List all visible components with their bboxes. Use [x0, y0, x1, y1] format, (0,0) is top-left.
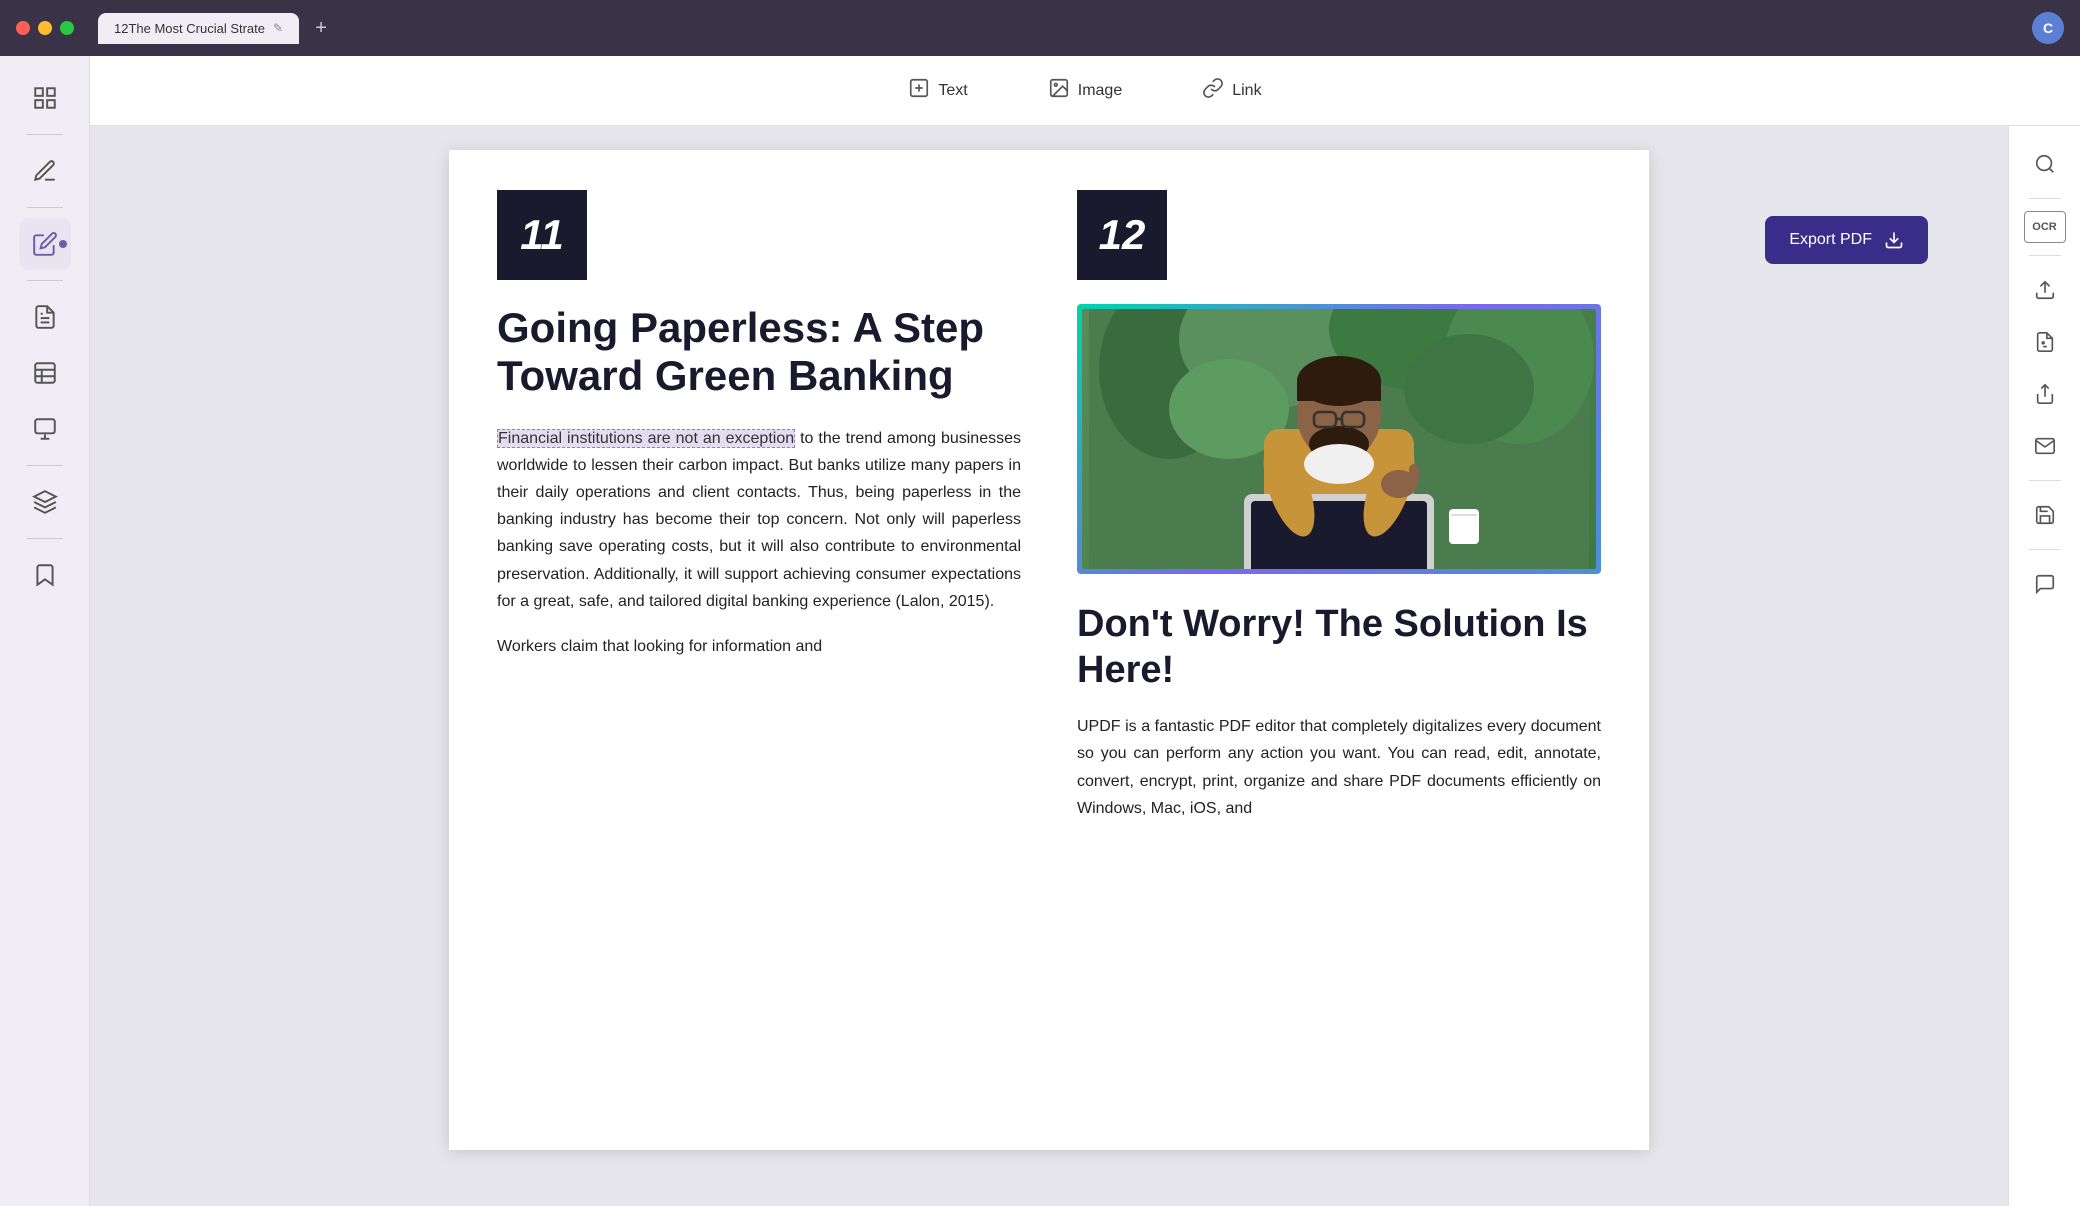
- main-layout: Export PDF 11: [90, 126, 2080, 1206]
- sidebar-item-layers[interactable]: [19, 476, 71, 528]
- save-button[interactable]: [2023, 493, 2067, 537]
- body-continuation: to the trend among businesses worldwide …: [497, 430, 1021, 610]
- text-tool[interactable]: Text: [892, 69, 983, 113]
- section-title: Don't Worry! The Solution Is Here!: [1077, 602, 1601, 693]
- sidebar-item-stamps[interactable]: [19, 403, 71, 455]
- export-label: Export PDF: [1789, 231, 1872, 249]
- maximize-button[interactable]: [60, 21, 74, 35]
- sidebar-item-organize[interactable]: [19, 291, 71, 343]
- image-container: [1077, 304, 1601, 574]
- right-column: 12: [1077, 190, 1601, 1110]
- right-number: 12: [1099, 211, 1146, 259]
- active-tab[interactable]: 12The Most Crucial Strate ✎: [98, 13, 299, 44]
- doc-area[interactable]: Export PDF 11: [90, 126, 2008, 1206]
- export-btn-container: Export PDF: [1765, 216, 1928, 264]
- export-icon-button[interactable]: [2023, 268, 2067, 312]
- active-indicator: [59, 240, 67, 248]
- tab-container: 12The Most Crucial Strate ✎ +: [98, 13, 335, 44]
- right-number-badge: 12: [1077, 190, 1167, 280]
- export-pdf-button[interactable]: Export PDF: [1765, 216, 1928, 264]
- sidebar: [0, 56, 90, 1206]
- ocr-button[interactable]: OCR: [2024, 211, 2066, 243]
- traffic-lights: [16, 21, 74, 35]
- link-tool[interactable]: Link: [1186, 69, 1277, 113]
- link-icon: [1202, 77, 1224, 105]
- left-number: 11: [520, 211, 564, 259]
- person-illustration: [1082, 309, 1596, 569]
- share-button[interactable]: [2023, 372, 2067, 416]
- right-divider-3: [2029, 480, 2061, 481]
- right-panel: OCR: [2008, 126, 2080, 1206]
- chat-button[interactable]: [2023, 562, 2067, 606]
- sidebar-divider-1: [27, 134, 63, 135]
- body-text-2: Workers claim that looking for informati…: [497, 633, 1021, 660]
- sidebar-divider-3: [27, 280, 63, 281]
- right-body-text: UPDF is a fantastic PDF editor that comp…: [1077, 713, 1601, 822]
- sidebar-divider-4: [27, 465, 63, 466]
- right-divider-4: [2029, 549, 2061, 550]
- image-icon: [1048, 77, 1070, 105]
- toolbar-and-doc: Text Image: [90, 56, 2080, 1206]
- body-text-block: Financial institutions are not an except…: [497, 425, 1021, 615]
- sidebar-divider-2: [27, 207, 63, 208]
- image-label: Image: [1078, 82, 1122, 100]
- sidebar-item-edit[interactable]: [19, 218, 71, 270]
- sidebar-item-annotate[interactable]: [19, 145, 71, 197]
- right-divider-1: [2029, 198, 2061, 199]
- sidebar-item-bookmark[interactable]: [19, 549, 71, 601]
- text-label: Text: [938, 82, 967, 100]
- toolbar: Text Image: [90, 56, 2080, 126]
- highlighted-sentence: Financial institutions are not an except…: [497, 429, 795, 448]
- left-number-badge: 11: [497, 190, 587, 280]
- minimize-button[interactable]: [38, 21, 52, 35]
- email-button[interactable]: [2023, 424, 2067, 468]
- sidebar-item-pages[interactable]: [19, 72, 71, 124]
- app-container: Text Image: [0, 56, 2080, 1206]
- document-page: 11 Going Paperless: A Step Toward Green …: [449, 150, 1649, 1150]
- article-title: Going Paperless: A Step Toward Green Ban…: [497, 304, 1021, 401]
- image-tool[interactable]: Image: [1032, 69, 1138, 113]
- left-column: 11 Going Paperless: A Step Toward Green …: [497, 190, 1021, 1110]
- close-button[interactable]: [16, 21, 30, 35]
- text-icon: [908, 77, 930, 105]
- export-icon: [1884, 230, 1904, 250]
- link-label: Link: [1232, 82, 1261, 100]
- avatar[interactable]: C: [2032, 12, 2064, 44]
- right-divider-2: [2029, 255, 2061, 256]
- document-info-button[interactable]: [2023, 320, 2067, 364]
- article-image: [1082, 309, 1596, 569]
- add-tab-button[interactable]: +: [307, 14, 335, 42]
- tab-title: 12The Most Crucial Strate: [114, 21, 265, 36]
- sidebar-divider-5: [27, 538, 63, 539]
- titlebar: 12The Most Crucial Strate ✎ + C: [0, 0, 2080, 56]
- sidebar-item-layout[interactable]: [19, 347, 71, 399]
- content-wrapper: Text Image: [90, 56, 2080, 1206]
- search-button[interactable]: [2023, 142, 2067, 186]
- edit-icon: ✎: [273, 21, 283, 35]
